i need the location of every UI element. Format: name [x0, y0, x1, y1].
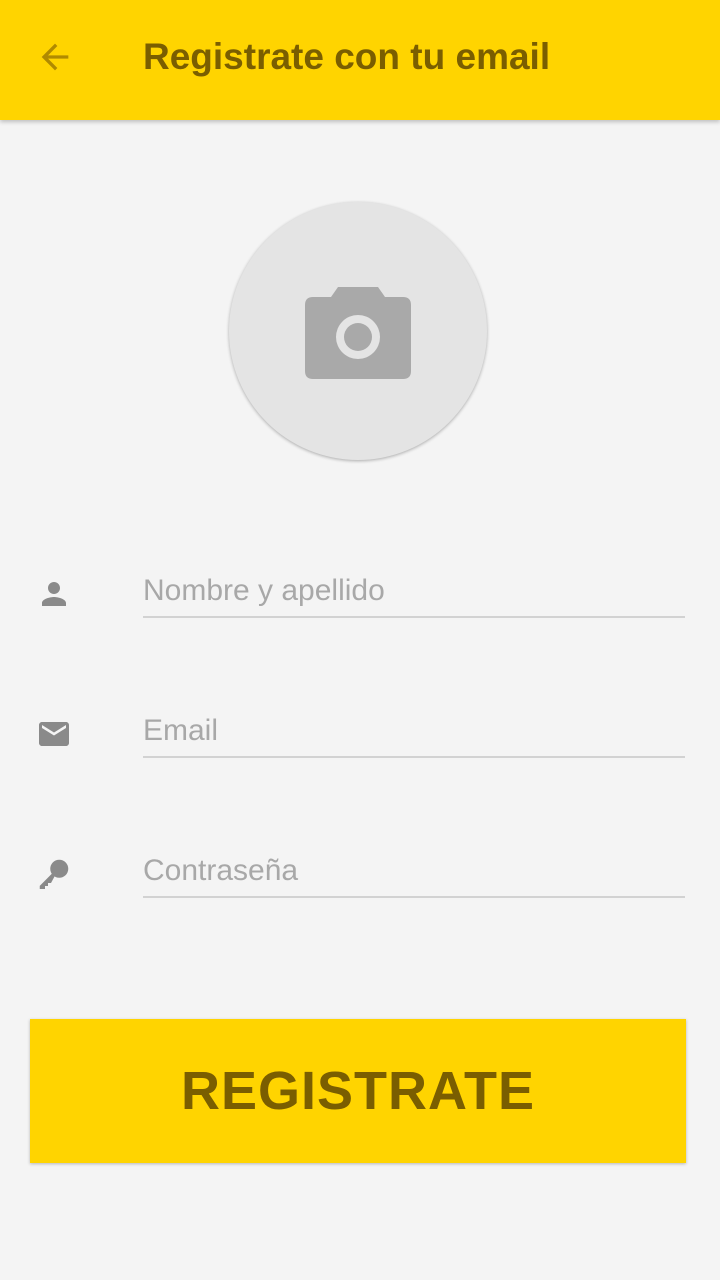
password-field[interactable] — [143, 846, 685, 898]
app-bar: Registrate con tu email — [0, 0, 720, 120]
name-row — [0, 558, 720, 628]
register-button[interactable]: REGISTRATE — [30, 1019, 686, 1163]
page-title: Registrate con tu email — [143, 36, 551, 77]
back-button[interactable] — [30, 34, 80, 80]
password-row — [0, 838, 720, 908]
name-field[interactable] — [143, 566, 685, 618]
key-icon — [36, 856, 72, 892]
profile-photo-button[interactable] — [229, 202, 487, 460]
arrow-back-icon — [41, 43, 69, 71]
person-icon — [36, 576, 72, 612]
camera-icon — [305, 287, 411, 379]
mail-icon — [36, 716, 72, 752]
email-row — [0, 698, 720, 768]
email-field[interactable] — [143, 706, 685, 758]
